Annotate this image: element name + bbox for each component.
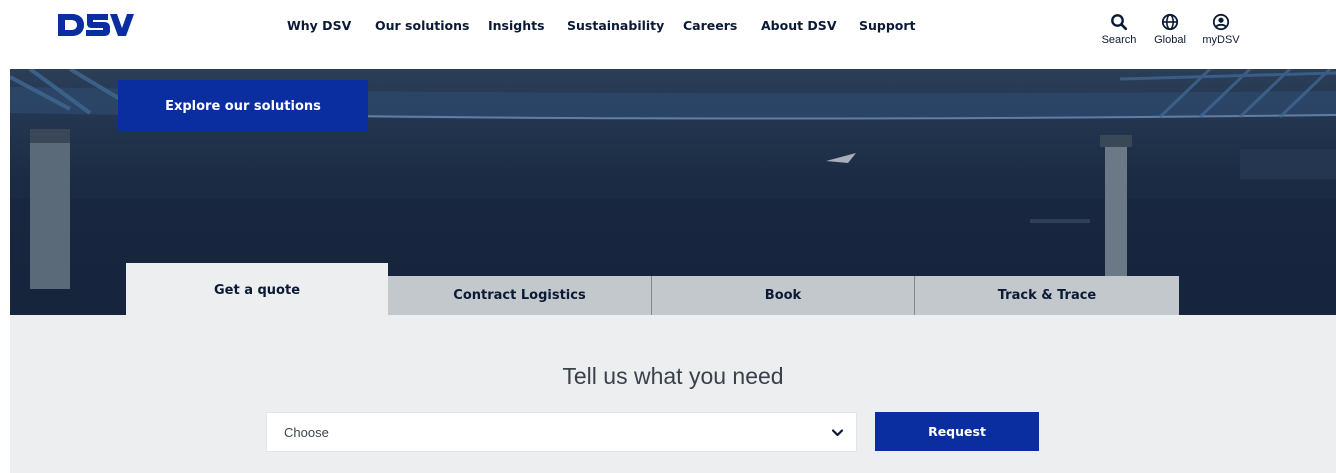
- nav-item-why-dsv[interactable]: Why DSV: [287, 18, 351, 33]
- service-tabs: Get a quote Contract Logistics Book Trac…: [0, 263, 1336, 315]
- nav-item-sustainability[interactable]: Sustainability: [567, 18, 664, 33]
- global-label: Global: [1154, 34, 1186, 46]
- mydsv-label: myDSV: [1202, 34, 1240, 46]
- nav-item-support[interactable]: Support: [859, 18, 916, 33]
- globe-icon: [1161, 13, 1179, 31]
- tab-get-a-quote[interactable]: Get a quote: [126, 263, 388, 315]
- nav-item-about-dsv[interactable]: About DSV: [761, 18, 837, 33]
- nav-item-insights[interactable]: Insights: [488, 18, 545, 33]
- global-button[interactable]: Global: [1147, 13, 1193, 46]
- form-title: Tell us what you need: [562, 363, 784, 389]
- quote-form: Tell us what you need Choose Request: [10, 315, 1336, 473]
- user-icon: [1212, 13, 1230, 31]
- nav-item-our-solutions[interactable]: Our solutions: [375, 18, 469, 33]
- tab-contract-logistics[interactable]: Contract Logistics: [388, 276, 652, 315]
- search-icon: [1111, 14, 1128, 31]
- request-button[interactable]: Request: [875, 412, 1039, 451]
- search-button[interactable]: Search: [1096, 13, 1142, 46]
- dsv-logo[interactable]: [58, 12, 134, 38]
- nav-item-careers[interactable]: Careers: [683, 18, 737, 33]
- service-select[interactable]: Choose: [266, 412, 857, 452]
- chevron-down-icon: [831, 429, 844, 437]
- site-header: Why DSV Our solutions Insights Sustainab…: [0, 0, 1336, 69]
- tab-book[interactable]: Book: [652, 276, 915, 315]
- search-label: Search: [1101, 34, 1137, 46]
- select-value: Choose: [284, 425, 329, 440]
- tab-track-trace[interactable]: Track & Trace: [915, 276, 1179, 315]
- explore-solutions-button[interactable]: Explore our solutions: [118, 80, 368, 132]
- mydsv-button[interactable]: myDSV: [1198, 13, 1244, 46]
